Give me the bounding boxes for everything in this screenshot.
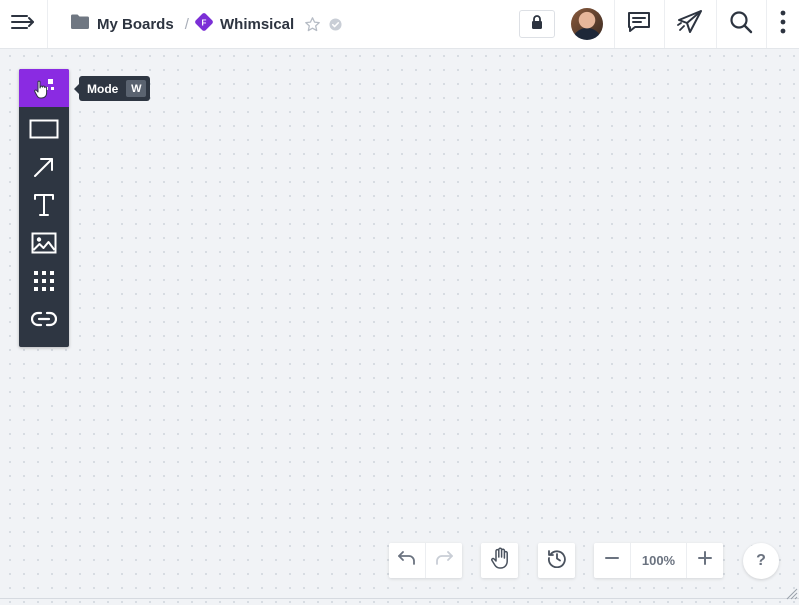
link-icon <box>30 311 58 332</box>
history-controls <box>389 543 462 578</box>
text-icon <box>33 193 55 222</box>
share-button[interactable] <box>665 0 715 48</box>
board-badge-letter: F <box>202 18 207 27</box>
mode-tooltip: Mode W <box>73 76 151 101</box>
help-button[interactable]: ? <box>743 543 779 579</box>
version-history-control <box>538 543 575 578</box>
comments-button[interactable] <box>615 0 663 48</box>
rectangle-icon <box>29 118 59 145</box>
avatar[interactable] <box>571 8 603 40</box>
board-badge-icon: F <box>194 12 214 37</box>
redo-icon <box>435 551 453 570</box>
tool-mode[interactable] <box>19 69 69 107</box>
tooltip-label: Mode <box>87 81 119 96</box>
tool-link[interactable] <box>19 302 69 340</box>
mode-cursor-icon <box>31 73 57 104</box>
history-button[interactable] <box>538 543 575 578</box>
canvas-bottom-border <box>0 598 799 599</box>
resize-grip-icon[interactable] <box>786 587 798 605</box>
image-icon <box>31 232 57 259</box>
minus-icon <box>605 551 620 570</box>
folder-icon <box>71 14 89 34</box>
shortcut-key: W <box>126 80 147 97</box>
zoom-out-button[interactable] <box>594 543 630 578</box>
sidebar-toggle-button[interactable] <box>0 0 48 48</box>
redo-button[interactable] <box>425 543 462 578</box>
pan-control <box>481 543 518 578</box>
board-title[interactable]: Whimsical <box>220 16 294 33</box>
tools-toolbar <box>19 69 69 347</box>
top-bar: My Boards / F Whimsical <box>0 0 799 49</box>
comment-icon <box>627 11 651 38</box>
tool-grid[interactable] <box>19 264 69 302</box>
tool-image[interactable] <box>19 226 69 264</box>
zoom-controls: 100% <box>594 543 723 578</box>
breadcrumb-folder-link[interactable]: My Boards <box>97 16 174 33</box>
undo-button[interactable] <box>389 543 425 578</box>
history-icon <box>547 548 567 573</box>
tool-text[interactable] <box>19 188 69 226</box>
zoom-in-button[interactable] <box>687 543 723 578</box>
plus-icon <box>697 551 712 570</box>
search-button[interactable] <box>717 0 765 48</box>
more-vertical-icon <box>780 10 786 39</box>
menu-arrow-icon <box>10 13 37 36</box>
lock-button[interactable] <box>519 10 555 38</box>
board-title-group: F Whimsical <box>194 0 342 48</box>
tool-arrow[interactable] <box>19 150 69 188</box>
grid-icon <box>33 270 55 297</box>
more-options-button[interactable] <box>767 0 799 48</box>
breadcrumb-separator: / <box>184 15 189 33</box>
lock-icon <box>531 14 543 34</box>
search-icon <box>729 10 753 39</box>
breadcrumb: My Boards / <box>71 0 189 48</box>
hand-icon <box>490 547 510 574</box>
zoom-level[interactable]: 100% <box>630 543 687 578</box>
verified-check-icon <box>329 17 342 31</box>
tool-rectangle[interactable] <box>19 112 69 150</box>
paper-plane-icon <box>677 9 703 39</box>
hand-tool-button[interactable] <box>481 543 518 578</box>
arrow-icon <box>32 155 56 184</box>
favorite-star-icon[interactable] <box>304 16 321 33</box>
undo-icon <box>398 551 416 570</box>
